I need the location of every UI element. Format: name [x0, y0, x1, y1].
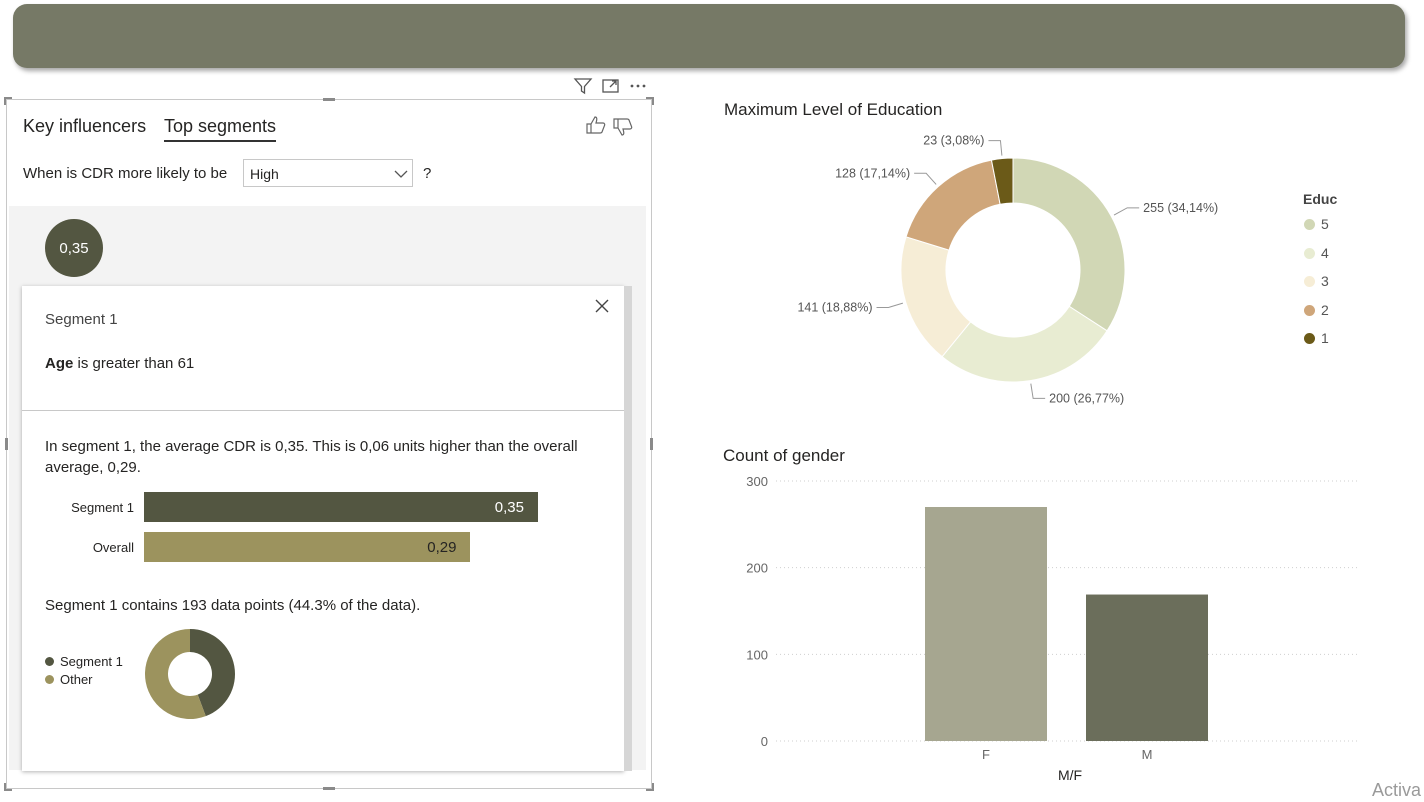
question-suffix: ? — [423, 165, 432, 182]
data-points-text: Segment 1 contains 193 data points (44.3… — [45, 597, 421, 614]
leader-line — [1113, 207, 1140, 216]
legend-item-educ-1[interactable]: 1 — [1304, 330, 1329, 346]
legend-label: 1 — [1321, 330, 1329, 346]
close-icon[interactable] — [594, 298, 610, 314]
card-scrollbar[interactable] — [624, 286, 632, 771]
legend-dot — [1304, 247, 1315, 259]
resize-handle[interactable] — [652, 97, 654, 105]
data-label: 200 (26,77%) — [1049, 391, 1124, 405]
legend-label: Segment 1 — [60, 654, 123, 669]
legend-label: 3 — [1321, 273, 1329, 289]
resize-handle[interactable] — [650, 438, 653, 450]
legend-dot — [45, 657, 54, 666]
legend-label: 2 — [1321, 302, 1329, 318]
resize-handle[interactable] — [652, 783, 654, 791]
bar-f[interactable] — [925, 507, 1047, 741]
y-tick-label: 100 — [746, 647, 768, 662]
resize-handle[interactable] — [5, 438, 8, 450]
header-banner — [13, 4, 1405, 68]
thumbs-down-icon[interactable] — [612, 117, 634, 137]
data-label: 141 (18,88%) — [797, 300, 872, 314]
resize-handle[interactable] — [4, 97, 6, 105]
legend-item-segment: Segment 1 — [45, 654, 123, 669]
segment-bubble[interactable]: 0,35 — [45, 219, 103, 277]
legend-dot — [1304, 304, 1315, 316]
x-axis-label: M/F — [1058, 767, 1082, 783]
donut-slice[interactable] — [1012, 157, 1126, 332]
question-prefix: When is CDR more likely to be — [23, 165, 228, 182]
education-chart-title: Maximum Level of Education — [724, 100, 943, 119]
bar-value-segment: 0,35 — [494, 498, 524, 516]
data-label: 128 (17,14%) — [835, 166, 910, 180]
legend-dot — [1304, 218, 1315, 230]
target-value-dropdown[interactable]: High — [243, 159, 413, 187]
chevron-down-icon — [394, 170, 408, 178]
legend-label: Other — [60, 672, 93, 687]
segment-summary: In segment 1, the average CDR is 0,35. T… — [45, 438, 578, 476]
bar-overall: 0,29 — [144, 532, 471, 562]
legend-dot — [45, 675, 54, 684]
leader-line — [914, 172, 937, 185]
education-legend-title: Educ — [1303, 191, 1338, 207]
resize-handle[interactable] — [323, 98, 335, 101]
legend-dot — [1304, 332, 1315, 344]
education-donut-chart: 255 (34,14%) 200 (26,77%) 141 (18,88%) 128 … — [797, 134, 1218, 406]
gender-chart-title: Count of gender — [723, 446, 845, 465]
bar-m[interactable] — [1086, 594, 1208, 741]
y-tick-label: 300 — [746, 474, 768, 489]
focus-mode-icon[interactable] — [601, 77, 621, 95]
y-tick-label: 200 — [746, 561, 768, 576]
legend-item-other: Other — [45, 672, 93, 687]
data-label: 23 (3,08%) — [923, 134, 984, 148]
legend-item-educ-3[interactable]: 3 — [1304, 273, 1329, 289]
resize-handle[interactable] — [323, 787, 335, 790]
dropdown-selected-value: High — [250, 166, 279, 182]
legend-item-educ-4[interactable]: 4 — [1304, 245, 1329, 261]
bar-value-overall: 0,29 — [427, 538, 457, 556]
condition-field: Age — [45, 355, 74, 372]
legend-item-educ-2[interactable]: 2 — [1304, 302, 1329, 318]
x-tick-label: F — [982, 747, 990, 762]
y-tick-label: 0 — [761, 734, 768, 749]
gender-bar-chart: 0 100 200 300 F M M/F — [746, 474, 1360, 783]
card-divider — [22, 410, 624, 411]
more-options-icon[interactable] — [628, 77, 648, 95]
x-tick-label: M — [1142, 747, 1153, 762]
condition-text: is greater than 61 — [73, 355, 195, 372]
leader-line — [1030, 383, 1046, 399]
donut-slice[interactable] — [941, 305, 1108, 383]
bar-label-segment: Segment 1 — [71, 500, 134, 515]
legend-label: 5 — [1321, 216, 1329, 232]
resize-handle[interactable] — [4, 783, 6, 791]
filter-icon[interactable] — [573, 77, 593, 95]
tab-key-influencers[interactable]: Key influencers — [23, 116, 146, 137]
segment-share-donut — [145, 629, 235, 719]
bar-label-overall: Overall — [92, 540, 134, 555]
segment-condition: Age is greater than 61 — [45, 355, 194, 372]
data-label: 255 (34,14%) — [1143, 201, 1218, 215]
legend-dot — [1304, 275, 1315, 287]
bar-segment: 0,35 — [144, 492, 538, 522]
leader-line — [988, 140, 1003, 156]
leader-line — [876, 302, 904, 308]
thumbs-up-icon[interactable] — [585, 115, 607, 135]
segment-title: Segment 1 — [45, 311, 118, 328]
tab-top-segments[interactable]: Top segments — [164, 116, 277, 142]
legend-label: 4 — [1321, 245, 1329, 261]
legend-item-educ-5[interactable]: 5 — [1304, 216, 1329, 232]
activation-watermark: Activa — [1372, 780, 1422, 800]
